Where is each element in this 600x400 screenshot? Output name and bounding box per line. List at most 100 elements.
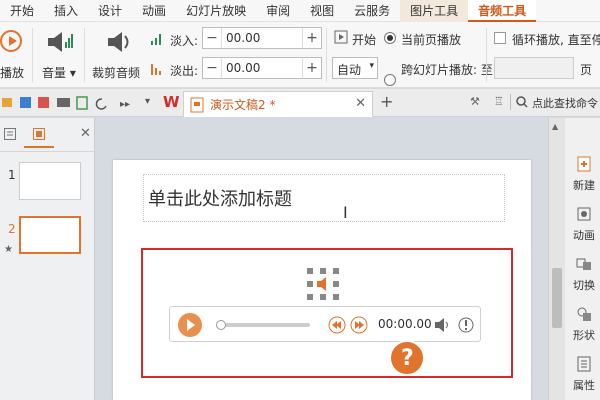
scrollbar[interactable]: ▲ bbox=[549, 118, 565, 400]
trim-audio-icon bbox=[108, 32, 129, 52]
player-volume-icon[interactable] bbox=[434, 317, 450, 333]
document-tab[interactable]: 演示文稿2 * ✕ bbox=[183, 91, 373, 117]
minus-icon[interactable]: − bbox=[203, 30, 221, 46]
tab-cloud[interactable]: 云服务 bbox=[344, 0, 400, 22]
slide-thumbnail-2[interactable] bbox=[19, 216, 81, 254]
loop-checkbox[interactable] bbox=[494, 32, 506, 44]
document-title: 演示文稿2 * bbox=[210, 98, 276, 112]
shape-button[interactable]: 形状 bbox=[567, 306, 600, 343]
tools-icon[interactable]: ⚒ bbox=[470, 95, 480, 108]
close-icon[interactable]: ✕ bbox=[355, 96, 366, 111]
ribbon-divider bbox=[326, 28, 327, 82]
shirt-icon[interactable]: ♖ bbox=[494, 95, 504, 108]
slide-thumbnail-1[interactable] bbox=[19, 162, 81, 200]
properties-button[interactable]: 属性 bbox=[567, 356, 600, 393]
player-play-button[interactable] bbox=[178, 313, 202, 337]
player-time: 00:00.00 bbox=[378, 317, 432, 331]
menu-bar: 开始 插入 设计 动画 幻灯片放映 审阅 视图 云服务 图片工具 音频工具 bbox=[0, 0, 600, 22]
fade-out-label: 淡出: bbox=[170, 64, 199, 78]
ribbon: 播放 音量 ▾ 裁剪音频 淡入: − 00.00 + 淡出: − 00.00 +… bbox=[0, 22, 600, 88]
tab-insert[interactable]: 插入 bbox=[44, 0, 88, 22]
new-slide-icon bbox=[577, 156, 591, 172]
volume-icon bbox=[48, 32, 73, 52]
tab-slideshow[interactable]: 幻灯片放映 bbox=[176, 0, 256, 22]
slide-number: 2 bbox=[8, 222, 16, 236]
customize-dropdown-icon[interactable]: ▾ bbox=[145, 96, 150, 107]
text-cursor-icon: Ⅰ bbox=[343, 203, 348, 222]
current-page-radio[interactable] bbox=[384, 32, 396, 44]
shape-label: 形状 bbox=[573, 329, 595, 342]
fade-out-value[interactable]: 00.00 bbox=[221, 58, 303, 78]
plus-icon[interactable]: + bbox=[303, 30, 321, 46]
trim-audio-button[interactable]: 裁剪音频 bbox=[92, 28, 142, 84]
new-tab-icon[interactable]: + bbox=[380, 92, 393, 111]
tab-animation[interactable]: 动画 bbox=[132, 0, 176, 22]
start-select[interactable]: 自动 ▾ bbox=[332, 57, 378, 79]
quick-access-bar: ▸▸ ▾ W 演示文稿2 * ✕ + ⚒ ♖ 点此查找命令 bbox=[0, 89, 600, 117]
loop-label: 循环播放, 直至停 bbox=[512, 33, 600, 47]
volume-label: 音量 ▾ bbox=[42, 66, 76, 80]
slide-number: 1 bbox=[8, 168, 16, 182]
document-icon bbox=[190, 97, 204, 112]
start-icon bbox=[334, 30, 348, 44]
slide-thumbnail-panel: ✕ 1 2 ★ bbox=[0, 118, 95, 400]
fade-in-value[interactable]: 00.00 bbox=[221, 28, 303, 48]
quick-access-icons: ▸▸ bbox=[2, 96, 130, 110]
progress-slider[interactable] bbox=[216, 320, 310, 330]
fade-out-stepper[interactable]: − 00.00 + bbox=[202, 57, 322, 79]
fade-out-icon bbox=[151, 64, 161, 75]
fade-in-stepper[interactable]: − 00.00 + bbox=[202, 27, 322, 49]
plus-icon[interactable]: + bbox=[303, 60, 321, 76]
animation-label: 动画 bbox=[573, 229, 595, 242]
info-icon[interactable] bbox=[458, 317, 474, 333]
audio-player: 00:00.00 bbox=[169, 306, 481, 342]
animation-star-icon: ★ bbox=[4, 244, 13, 255]
cross-slide-radio[interactable] bbox=[384, 74, 396, 86]
current-page-label: 当前页播放 bbox=[401, 33, 462, 47]
play-icon bbox=[187, 319, 195, 331]
new-button[interactable]: 新建 bbox=[567, 156, 600, 193]
slide-count-stepper[interactable] bbox=[494, 57, 574, 79]
title-placeholder[interactable]: 单击此处添加标题 bbox=[143, 174, 505, 222]
tab-picture-tools[interactable]: 图片工具 bbox=[400, 0, 469, 22]
page-label: 页 bbox=[580, 63, 593, 77]
audio-selection-box[interactable]: 00:00.00 ? bbox=[141, 248, 513, 378]
slide-canvas: 单击此处添加标题 Ⅰ 00:00.00 ? bbox=[96, 118, 548, 400]
ribbon-divider bbox=[32, 28, 33, 82]
search-icon bbox=[516, 96, 528, 108]
scroll-up-icon[interactable]: ▲ bbox=[552, 122, 558, 131]
start-select-value: 自动 bbox=[337, 63, 362, 77]
trim-audio-label: 裁剪音频 bbox=[92, 66, 141, 80]
scroll-thumb[interactable] bbox=[552, 268, 562, 328]
rewind-icon[interactable] bbox=[328, 316, 346, 334]
wps-logo: W bbox=[163, 93, 180, 111]
properties-label: 属性 bbox=[573, 379, 595, 392]
tab-view[interactable]: 视图 bbox=[300, 0, 344, 22]
fade-in-label: 淡入: bbox=[170, 34, 199, 48]
play-button[interactable]: 播放 bbox=[0, 28, 30, 84]
command-search[interactable]: 点此查找命令 bbox=[532, 95, 600, 111]
ribbon-divider bbox=[84, 28, 85, 82]
volume-button[interactable]: 音量 ▾ bbox=[40, 28, 80, 84]
minus-icon[interactable]: − bbox=[203, 60, 221, 76]
cross-slide-label: 跨幻灯片播放: 至 bbox=[401, 63, 493, 77]
animation-button[interactable]: 动画 bbox=[567, 206, 600, 243]
svg-text:▸▸: ▸▸ bbox=[120, 99, 130, 110]
progress-handle[interactable] bbox=[216, 320, 226, 330]
panel-header: ✕ bbox=[0, 118, 95, 152]
outline-view-icon[interactable] bbox=[4, 128, 16, 140]
audio-object-icon[interactable] bbox=[307, 268, 339, 300]
start-label: 开始 bbox=[352, 33, 377, 47]
transition-icon bbox=[576, 258, 591, 270]
chevron-down-icon: ▾ bbox=[369, 61, 374, 71]
transition-button[interactable]: 切换 bbox=[567, 256, 600, 293]
fast-forward-icon[interactable] bbox=[350, 316, 368, 334]
ribbon-divider bbox=[486, 28, 487, 82]
slide-view-tab[interactable] bbox=[24, 122, 54, 148]
tab-audio-tools[interactable]: 音频工具 bbox=[468, 0, 537, 22]
tab-start[interactable]: 开始 bbox=[0, 0, 44, 22]
tab-design[interactable]: 设计 bbox=[88, 0, 132, 22]
new-label: 新建 bbox=[573, 179, 595, 192]
close-panel-icon[interactable]: ✕ bbox=[80, 126, 91, 141]
tab-review[interactable]: 审阅 bbox=[256, 0, 300, 22]
